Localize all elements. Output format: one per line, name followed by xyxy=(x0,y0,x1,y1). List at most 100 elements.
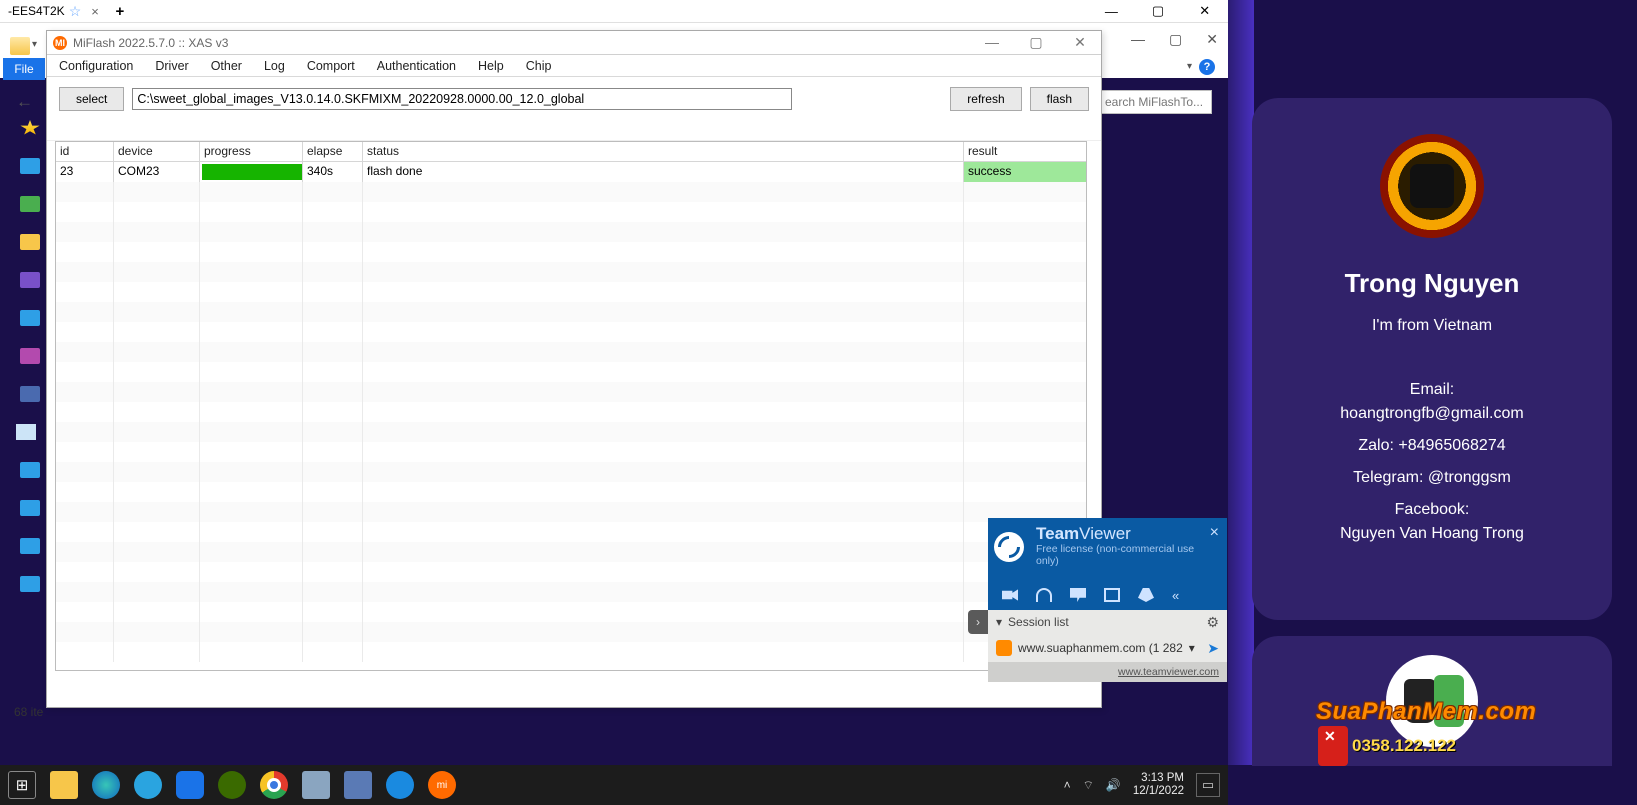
teamviewer-footer-link[interactable]: www.teamviewer.com xyxy=(988,662,1227,682)
selected-folder-icon[interactable] xyxy=(16,424,36,440)
explorer-sidebar xyxy=(20,120,44,592)
menu-driver[interactable]: Driver xyxy=(155,59,188,73)
menu-configuration[interactable]: Configuration xyxy=(59,59,133,73)
teamviewer-icon[interactable] xyxy=(386,771,414,799)
help-icon[interactable]: ? xyxy=(1199,59,1215,75)
idm-icon[interactable] xyxy=(218,771,246,799)
thispc-icon[interactable] xyxy=(20,386,40,402)
printer-icon[interactable] xyxy=(302,771,330,799)
back-arrow-icon[interactable]: ← xyxy=(16,92,33,112)
tab-close-icon[interactable]: × xyxy=(91,4,99,19)
documents-icon[interactable] xyxy=(20,234,40,250)
watermark-text: SuaPhanMem.com xyxy=(1316,698,1536,726)
chevron-down-icon[interactable]: ▾ xyxy=(32,39,37,50)
chrome-icon[interactable] xyxy=(260,771,288,799)
window-controls: — ▢ ✕ xyxy=(1088,0,1228,22)
network-icon[interactable] xyxy=(20,576,40,592)
videos-icon[interactable] xyxy=(20,348,40,364)
flash-button[interactable]: flash xyxy=(1030,87,1089,111)
minimize-icon[interactable]: — xyxy=(977,34,1007,51)
wifi-icon[interactable]: ⌔ xyxy=(1083,778,1094,793)
drive-icon[interactable] xyxy=(20,500,40,516)
profile-email: hoangtrongfb@gmail.com xyxy=(1252,405,1612,423)
miflash-title: MiFlash 2022.5.7.0 :: XAS v3 xyxy=(73,36,228,50)
browser-tab[interactable]: -EES4T2K ☆ × xyxy=(0,3,107,20)
teamviewer-header[interactable]: × TeamViewer Free license (non-commercia… xyxy=(988,518,1227,580)
close-icon[interactable]: ✕ xyxy=(1206,31,1218,48)
pictures-icon[interactable] xyxy=(20,272,40,288)
table-row xyxy=(56,542,1086,562)
col-elapse[interactable]: elapse xyxy=(303,142,363,161)
taskview-icon[interactable]: ⊞ xyxy=(8,771,36,799)
edge-icon[interactable] xyxy=(92,771,120,799)
menu-other[interactable]: Other xyxy=(211,59,242,73)
volume-icon[interactable]: 🔊 xyxy=(1106,778,1121,792)
col-device[interactable]: device xyxy=(114,142,200,161)
explorer-search-input[interactable]: earch MiFlashTo... xyxy=(1100,90,1212,114)
miflash-titlebar[interactable]: MI MiFlash 2022.5.7.0 :: XAS v3 — ▢ ✕ xyxy=(47,31,1101,55)
menu-comport[interactable]: Comport xyxy=(307,59,355,73)
collapse-icon[interactable]: › xyxy=(968,610,988,634)
notifications-icon[interactable]: ▭ xyxy=(1196,773,1220,797)
clipboard-icon[interactable] xyxy=(1104,588,1120,602)
drive-icon[interactable] xyxy=(20,462,40,478)
close-icon[interactable]: × xyxy=(1210,524,1219,542)
table-row xyxy=(56,362,1086,382)
explorer-icon[interactable] xyxy=(50,771,78,799)
desktop-icon[interactable] xyxy=(20,158,40,174)
new-tab-button[interactable]: + xyxy=(107,0,133,22)
path-input[interactable] xyxy=(132,88,792,110)
music-icon[interactable] xyxy=(20,310,40,326)
col-id[interactable]: id xyxy=(56,142,114,161)
taskbar-clock[interactable]: 3:13 PM 12/1/2022 xyxy=(1133,772,1184,798)
profile-card: Trong Nguyen I'm from Vietnam Email: hoa… xyxy=(1252,98,1612,620)
col-progress[interactable]: progress xyxy=(200,142,303,161)
maximize-icon[interactable]: ▢ xyxy=(1169,31,1182,48)
downloads-icon[interactable] xyxy=(20,196,40,212)
maximize-icon[interactable]: ▢ xyxy=(1021,34,1051,51)
video-icon[interactable] xyxy=(1002,588,1018,602)
minimize-icon[interactable]: — xyxy=(1088,0,1135,22)
col-status[interactable]: status xyxy=(363,142,964,161)
gear-icon[interactable]: ⚙ xyxy=(1206,614,1219,631)
brush-icon[interactable] xyxy=(1138,588,1154,602)
table-row xyxy=(56,562,1086,582)
session-item[interactable]: www.suaphanmem.com (1 282 ▾ ➤ xyxy=(988,634,1227,662)
col-result[interactable]: result xyxy=(964,142,1086,161)
app-icon[interactable] xyxy=(344,771,372,799)
chevrons-left-icon[interactable]: « xyxy=(1172,588,1188,602)
chevron-up-icon[interactable]: ˄ xyxy=(1064,778,1071,792)
table-row xyxy=(56,282,1086,302)
menu-authentication[interactable]: Authentication xyxy=(377,59,456,73)
search-placeholder: earch MiFlashTo... xyxy=(1105,95,1203,109)
minimize-icon[interactable]: — xyxy=(1131,31,1145,48)
select-button[interactable]: select xyxy=(59,87,124,111)
close-icon[interactable]: ✕ xyxy=(1065,34,1095,51)
menu-help[interactable]: Help xyxy=(478,59,504,73)
secondary-window-controls: — ▢ ✕ xyxy=(1131,31,1218,48)
refresh-button[interactable]: refresh xyxy=(950,87,1021,111)
mi-icon[interactable]: mi xyxy=(428,771,456,799)
file-ribbon-button[interactable]: File xyxy=(3,58,45,80)
menu-chip[interactable]: Chip xyxy=(526,59,552,73)
close-icon[interactable]: ✕ xyxy=(1181,0,1228,22)
session-list-label: Session list xyxy=(1008,615,1069,629)
chevron-down-icon[interactable]: ▾ xyxy=(1189,641,1195,655)
menu-log[interactable]: Log xyxy=(264,59,285,73)
app-icon[interactable] xyxy=(176,771,204,799)
table-row[interactable]: 23COM23340sflash donesuccess xyxy=(56,162,1086,182)
watermark-phone: 0358.122.122 xyxy=(1352,736,1456,756)
session-list-header[interactable]: › ▾ Session list ⚙ xyxy=(988,610,1227,634)
maximize-icon[interactable]: ▢ xyxy=(1135,0,1182,22)
headset-icon[interactable] xyxy=(1036,588,1052,602)
chat-icon[interactable] xyxy=(1070,588,1086,602)
quick-access-icon[interactable] xyxy=(20,120,40,136)
system-tray[interactable]: ˄ ⌔ 🔊 3:13 PM 12/1/2022 ▭ xyxy=(1064,772,1220,798)
drive-icon[interactable] xyxy=(20,538,40,554)
folder-icon[interactable] xyxy=(10,37,30,55)
mi-logo-icon: MI xyxy=(53,36,67,50)
chevron-down-icon[interactable]: ▾ xyxy=(1187,61,1192,72)
star-icon[interactable]: ☆ xyxy=(69,3,82,20)
status-item-count: 68 ite xyxy=(14,705,43,719)
app-icon[interactable] xyxy=(134,771,162,799)
